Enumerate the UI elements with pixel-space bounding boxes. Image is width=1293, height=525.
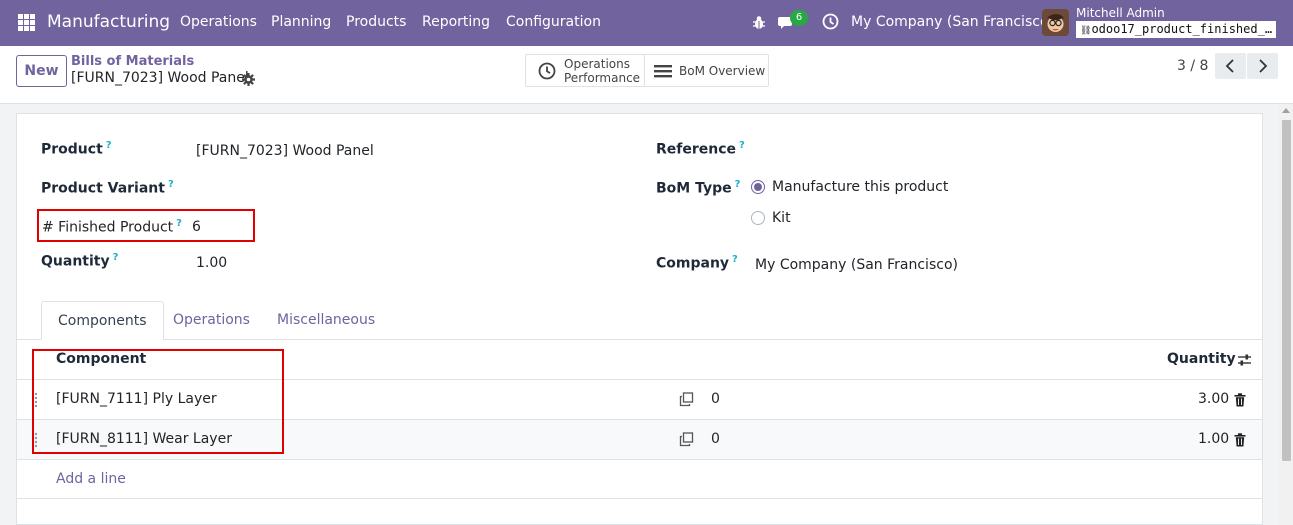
new-button[interactable]: New (16, 55, 67, 87)
gear-icon[interactable] (242, 73, 255, 86)
copy-icon[interactable] (679, 392, 694, 407)
scroll-up-arrow-icon[interactable] (1282, 108, 1290, 113)
operations-performance-label: Operations Performance (564, 57, 641, 85)
menu-configuration[interactable]: Configuration (506, 14, 601, 30)
bom-overview-label: BoM Overview (679, 64, 766, 78)
bom-type-manufacture-label[interactable]: Manufacture this product (772, 179, 948, 195)
finished-product-help-icon[interactable]: ? (176, 218, 182, 229)
company-field[interactable]: My Company (San Francisco) (755, 257, 958, 273)
product-help-icon[interactable]: ? (106, 140, 112, 151)
control-panel: New Bills of Materials [FURN_7023] Wood … (0, 46, 1293, 104)
delete-trash-icon[interactable] (1234, 433, 1246, 447)
top-navbar: Manufacturing Operations Planning Produc… (0, 0, 1293, 46)
component-quantity[interactable]: 3.00 (1198, 391, 1229, 407)
pager-next-button[interactable] (1247, 53, 1278, 79)
breadcrumb-current-record: [FURN_7023] Wood Panel (71, 70, 249, 86)
tab-components[interactable]: Components (41, 301, 164, 340)
component-count-value: 0 (711, 431, 720, 447)
product-field[interactable]: [FURN_7023] Wood Panel (196, 143, 374, 159)
column-quantity[interactable]: Quantity (1167, 351, 1236, 367)
menu-reporting[interactable]: Reporting (422, 14, 490, 30)
bom-type-manufacture-radio[interactable] (751, 180, 765, 194)
pager-value[interactable]: 3 / 8 (1177, 58, 1208, 74)
quantity-help-icon[interactable]: ? (113, 252, 119, 263)
breadcrumb-bills-of-materials[interactable]: Bills of Materials (71, 54, 194, 69)
company-label: Company? (656, 254, 738, 272)
finished-product-label: # Finished Product? (42, 218, 182, 236)
optional-columns-sliders-icon[interactable] (1237, 353, 1252, 367)
clock-icon (538, 62, 556, 80)
activities-clock-icon[interactable] (822, 13, 839, 30)
product-variant-help-icon[interactable]: ? (168, 179, 174, 190)
bom-type-kit-radio[interactable] (751, 211, 765, 225)
add-a-line-link[interactable]: Add a line (56, 471, 126, 487)
form-sheet: Product? [FURN_7023] Wood Panel Product … (16, 113, 1263, 525)
component-count-value: 0 (711, 391, 720, 407)
copy-icon[interactable] (679, 432, 694, 447)
page-scrollbar[interactable] (1279, 104, 1293, 525)
menu-planning[interactable]: Planning (271, 14, 331, 30)
quantity-label: Quantity? (41, 252, 119, 270)
table-bottom-divider (17, 498, 1262, 499)
product-label: Product? (41, 140, 112, 158)
debug-bug-icon[interactable] (752, 15, 766, 30)
bom-type-label: BoM Type? (656, 179, 741, 197)
app-name[interactable]: Manufacturing (47, 12, 170, 32)
user-avatar[interactable] (1042, 9, 1069, 36)
menu-operations[interactable]: Operations (180, 14, 257, 30)
scrollbar-thumb[interactable] (1282, 120, 1291, 461)
company-switcher[interactable]: My Company (San Francisco) (851, 14, 1054, 30)
database-name: ⛓odoo17_product_finished_… (1076, 21, 1276, 38)
pager-previous-button[interactable] (1215, 53, 1246, 79)
quantity-field[interactable]: 1.00 (196, 255, 227, 271)
chevron-left-icon (1225, 59, 1234, 73)
reference-field[interactable] (751, 138, 1231, 162)
smart-buttons: Operations Performance BoM Overview (525, 54, 769, 87)
bom-type-kit-label[interactable]: Kit (772, 210, 791, 226)
menu-products[interactable]: Products (346, 14, 406, 30)
messages-count-badge: 6 (790, 10, 808, 26)
delete-trash-icon[interactable] (1234, 393, 1246, 407)
tab-operations[interactable]: Operations (157, 301, 266, 340)
components-highlight (32, 349, 284, 454)
database-icon: ⛓ (1080, 26, 1092, 36)
user-name[interactable]: Mitchell Admin (1076, 6, 1165, 20)
finished-product-field[interactable]: 6 (192, 219, 201, 235)
app-menu-grid-icon[interactable] (18, 14, 35, 31)
company-help-icon[interactable]: ? (732, 254, 738, 265)
bom-type-help-icon[interactable]: ? (735, 179, 741, 190)
tab-miscellaneous[interactable]: Miscellaneous (261, 301, 391, 340)
product-variant-field[interactable] (196, 176, 446, 200)
component-quantity[interactable]: 1.00 (1198, 431, 1229, 447)
reference-label: Reference? (656, 140, 745, 158)
bom-overview-button[interactable]: BoM Overview (645, 55, 769, 86)
chevron-right-icon (1259, 59, 1268, 73)
list-bars-icon (654, 65, 672, 78)
product-variant-label: Product Variant? (41, 179, 174, 197)
reference-help-icon[interactable]: ? (739, 140, 745, 151)
operations-performance-button[interactable]: Operations Performance (526, 55, 644, 86)
